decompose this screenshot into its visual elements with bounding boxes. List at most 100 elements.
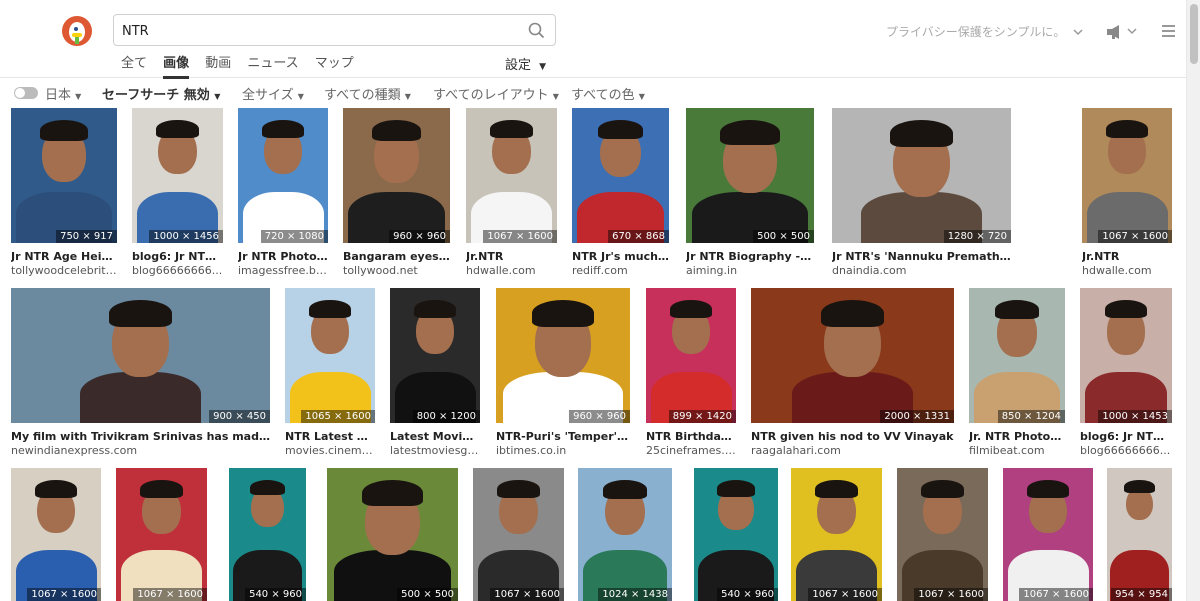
result-thumbnail[interactable]: 2000 × 1331 xyxy=(751,288,954,423)
result-thumbnail[interactable]: 1065 × 1600 xyxy=(285,288,375,423)
result-source[interactable]: rediff.com xyxy=(572,264,669,277)
image-result[interactable]: 800 × 1200 Latest Movies ...latestmoviesg… xyxy=(390,288,480,458)
result-thumbnail[interactable]: 1067 × 1600 xyxy=(11,468,101,601)
result-thumbnail[interactable]: 540 × 960 xyxy=(229,468,306,601)
image-result[interactable]: 960 × 960 Bangaram eyes m...tollywood.net xyxy=(343,108,450,278)
type-filter[interactable]: すべての種類 ▼ xyxy=(324,84,411,103)
result-source[interactable]: tollywoodcelebriti... xyxy=(11,264,117,277)
result-title[interactable]: Jr.NTR xyxy=(466,250,557,263)
result-thumbnail[interactable]: 960 × 960 xyxy=(496,288,630,423)
image-result[interactable]: 1067 × 1600 xyxy=(897,468,988,601)
result-title[interactable]: Jr NTR Age Heig... xyxy=(11,250,117,263)
result-thumbnail[interactable]: 1024 × 1438 xyxy=(578,468,672,601)
result-title[interactable]: NTR given his nod to VV Vinayak xyxy=(751,430,954,443)
result-source[interactable]: tollywood.net xyxy=(343,264,450,277)
image-result[interactable]: 1067 × 1600 xyxy=(116,468,207,601)
image-result[interactable]: 899 × 1420 NTR Birthday ... 25cineframes.c… xyxy=(646,288,736,458)
result-thumbnail[interactable]: 1067 × 1600 xyxy=(897,468,988,601)
result-source[interactable]: dnaindia.com xyxy=(832,264,1011,277)
result-thumbnail[interactable]: 750 × 917 xyxy=(11,108,117,243)
result-title[interactable]: Latest Movies ... xyxy=(390,430,480,443)
result-thumbnail[interactable]: 800 × 1200 xyxy=(390,288,480,423)
image-result[interactable]: 750 × 917 Jr NTR Age Heig... tollywoodcele… xyxy=(11,108,117,278)
result-title[interactable]: My film with Trivikram Srinivas has made… xyxy=(11,430,270,443)
image-result[interactable]: 2000 × 1331 NTR given his nod to VV Vinay… xyxy=(751,288,954,458)
tab-news[interactable]: ニュース xyxy=(247,52,298,76)
result-thumbnail[interactable]: 1067 × 1600 xyxy=(1082,108,1172,243)
result-source[interactable]: hdwalle.com xyxy=(466,264,557,277)
image-result[interactable]: 1067 × 1600 Jr.NTR hdwalle.com xyxy=(1082,108,1172,278)
result-title[interactable]: NTR Jr's much a... xyxy=(572,250,669,263)
region-toggle[interactable] xyxy=(14,87,38,99)
result-thumbnail[interactable]: 1000 × 1453 xyxy=(1080,288,1172,423)
hamburger-menu-icon[interactable] xyxy=(1162,25,1175,37)
result-title[interactable]: blog6: Jr NTR I... xyxy=(1080,430,1172,443)
result-thumbnail[interactable]: 1067 × 1600 xyxy=(791,468,882,601)
result-title[interactable]: Jr NTR Photos... xyxy=(238,250,328,263)
tab-maps[interactable]: マップ xyxy=(315,52,354,76)
result-title[interactable]: blog6: Jr NTR ... xyxy=(132,250,223,263)
result-thumbnail[interactable]: 850 × 1204 xyxy=(969,288,1065,423)
megaphone-icon[interactable] xyxy=(1106,24,1138,40)
image-result[interactable]: 1065 × 1600 NTR Latest H... movies.cinema.… xyxy=(285,288,375,458)
duckduckgo-logo[interactable] xyxy=(62,16,92,46)
result-thumbnail[interactable]: 1280 × 720 xyxy=(832,108,1011,243)
result-source[interactable]: newindianexpress.com xyxy=(11,444,270,457)
image-result[interactable]: 1024 × 1438 xyxy=(578,468,672,601)
result-source[interactable]: imagessfree.blo... xyxy=(238,264,328,277)
result-title[interactable]: Jr.NTR xyxy=(1082,250,1172,263)
image-result[interactable]: 1067 × 1600 xyxy=(473,468,564,601)
result-source[interactable]: movies.cinema... xyxy=(285,444,375,457)
result-thumbnail[interactable]: 500 × 500 xyxy=(686,108,814,243)
image-result[interactable]: 954 × 954 xyxy=(1107,468,1172,601)
result-title[interactable]: Bangaram eyes m... xyxy=(343,250,450,263)
result-source[interactable]: aiming.in xyxy=(686,264,814,277)
image-result[interactable]: 960 × 960 NTR-Puri's 'Temper' A... ibtimes… xyxy=(496,288,630,458)
result-title[interactable]: Jr. NTR Photos ... xyxy=(969,430,1065,443)
result-thumbnail[interactable]: 1067 × 1600 xyxy=(1003,468,1093,601)
result-thumbnail[interactable]: 1067 × 1600 xyxy=(466,108,557,243)
result-title[interactable]: NTR Birthday ... xyxy=(646,430,736,443)
image-result[interactable]: 500 × 500 xyxy=(327,468,458,601)
image-result[interactable]: 1000 × 1456 blog6: Jr NTR ... blog66666666… xyxy=(132,108,223,278)
result-thumbnail[interactable]: 1067 × 1600 xyxy=(473,468,564,601)
result-title[interactable]: NTR Latest H... xyxy=(285,430,375,443)
image-result[interactable]: 850 × 1204 Jr. NTR Photos ... filmibeat.co… xyxy=(969,288,1065,458)
scrollbar-thumb[interactable] xyxy=(1190,4,1198,64)
image-result[interactable]: 1280 × 720 Jr NTR's 'Nannuku Prematho' is… xyxy=(832,108,1011,278)
image-result[interactable]: 900 × 450 My film with Trivikram Srinivas… xyxy=(11,288,270,458)
image-result[interactable]: 1067 × 1600 xyxy=(11,468,101,601)
result-thumbnail[interactable]: 670 × 868 xyxy=(572,108,669,243)
image-result[interactable]: 1067 × 1600 Jr.NTR hdwalle.com xyxy=(466,108,557,278)
result-thumbnail[interactable]: 1000 × 1456 xyxy=(132,108,223,243)
result-title[interactable]: Jr NTR's 'Nannuku Prematho' is a big tic… xyxy=(832,250,1011,263)
image-result[interactable]: 1067 × 1600 xyxy=(1003,468,1093,601)
result-thumbnail[interactable]: 1067 × 1600 xyxy=(116,468,207,601)
result-source[interactable]: latestmoviesgal... xyxy=(390,444,480,457)
image-result[interactable]: 1067 × 1600 xyxy=(791,468,882,601)
result-source[interactable]: ibtimes.co.in xyxy=(496,444,630,457)
search-icon[interactable] xyxy=(528,22,545,39)
result-source[interactable]: raagalahari.com xyxy=(751,444,954,457)
tab-images[interactable]: 画像 xyxy=(163,52,190,79)
result-thumbnail[interactable]: 900 × 450 xyxy=(11,288,270,423)
result-thumbnail[interactable]: 500 × 500 xyxy=(327,468,458,601)
result-source[interactable]: blog66666666... xyxy=(132,264,223,277)
result-source[interactable]: hdwalle.com xyxy=(1082,264,1172,277)
image-result[interactable]: 720 × 1080 Jr NTR Photos... imagessfree.bl… xyxy=(238,108,328,278)
privacy-tagline[interactable]: プライバシー保護をシンプルに。 xyxy=(886,23,1083,40)
result-thumbnail[interactable]: 960 × 960 xyxy=(343,108,450,243)
result-thumbnail[interactable]: 954 × 954 xyxy=(1107,468,1172,601)
size-filter[interactable]: 全サイズ ▼ xyxy=(242,84,304,103)
safe-search-filter[interactable]: セーフサーチ 無効 ▼ xyxy=(102,84,220,103)
image-result[interactable]: 670 × 868 NTR Jr's much a...rediff.com xyxy=(572,108,669,278)
result-thumbnail[interactable]: 720 × 1080 xyxy=(238,108,328,243)
vertical-scrollbar[interactable] xyxy=(1186,0,1200,601)
layout-filter[interactable]: すべてのレイアウト ▼ xyxy=(433,84,559,103)
result-source[interactable]: blog66666666... xyxy=(1080,444,1172,457)
search-input[interactable] xyxy=(122,21,512,41)
region-filter[interactable]: 日本 ▼ xyxy=(45,84,81,103)
settings-dropdown[interactable]: 設定 ▼ xyxy=(505,54,546,73)
image-result[interactable]: 540 × 960 xyxy=(694,468,778,601)
result-thumbnail[interactable]: 899 × 1420 xyxy=(646,288,736,423)
